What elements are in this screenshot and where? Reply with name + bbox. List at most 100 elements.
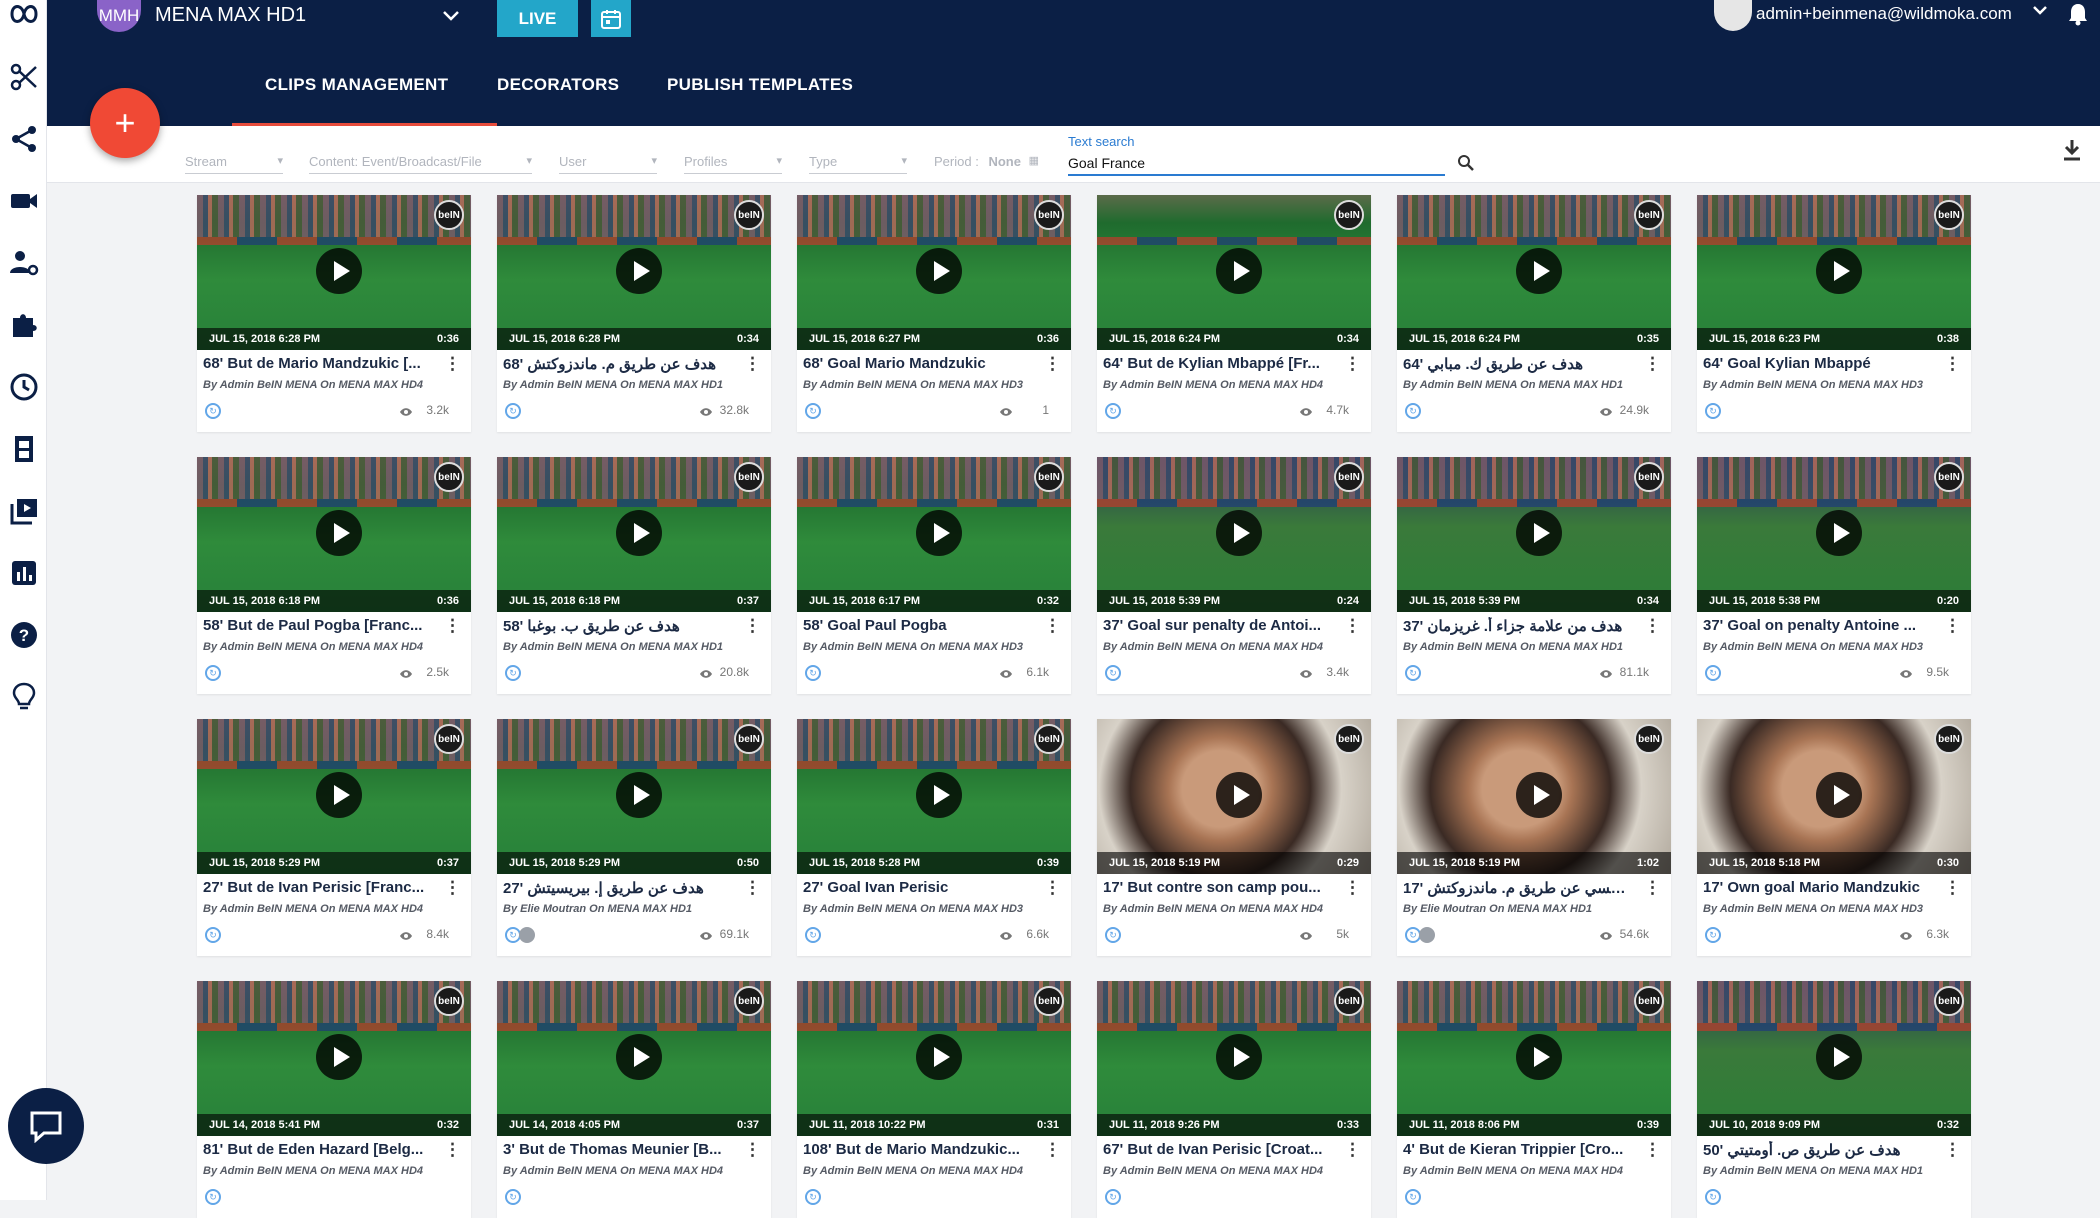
- play-icon[interactable]: [916, 772, 962, 818]
- add-clip-button[interactable]: +: [90, 88, 160, 158]
- play-icon[interactable]: [1816, 1034, 1862, 1080]
- clip-title[interactable]: 27' Goal Ivan Perisic: [803, 879, 1033, 896]
- clip-title[interactable]: 108' But de Mario Mandzukic...: [803, 1141, 1033, 1158]
- play-icon[interactable]: [616, 510, 662, 556]
- more-options-icon[interactable]: ⋮: [1944, 1141, 1961, 1158]
- clip-title[interactable]: 64' هدف عن طريق ك. مبابي: [1403, 355, 1633, 373]
- clip-thumbnail[interactable]: beIN JUL 15, 2018 5:19 PM 1:02: [1397, 719, 1671, 874]
- search-icon[interactable]: [1457, 154, 1475, 177]
- clip-thumbnail[interactable]: beIN JUL 15, 2018 6:24 PM 0:34: [1097, 195, 1371, 350]
- help-icon[interactable]: ?: [0, 613, 47, 657]
- more-options-icon[interactable]: ⋮: [1344, 355, 1361, 372]
- clip-card[interactable]: beIN JUL 15, 2018 5:19 PM 1:02 17' هدف عكسي…: [1397, 719, 1671, 956]
- more-options-icon[interactable]: ⋮: [744, 617, 761, 634]
- clip-thumbnail[interactable]: beIN JUL 15, 2018 5:18 PM 0:30: [1697, 719, 1971, 874]
- bell-icon[interactable]: [2067, 2, 2089, 31]
- clip-card[interactable]: beIN JUL 15, 2018 5:18 PM 0:30 17' Own goal…: [1697, 719, 1971, 956]
- clip-thumbnail[interactable]: beIN JUL 15, 2018 6:28 PM 0:36: [197, 195, 471, 350]
- more-options-icon[interactable]: ⋮: [744, 1141, 761, 1158]
- clip-title[interactable]: 4' But de Kieran Trippier [Cro...: [1403, 1141, 1633, 1158]
- more-options-icon[interactable]: ⋮: [1944, 617, 1961, 634]
- more-options-icon[interactable]: ⋮: [444, 617, 461, 634]
- clip-card[interactable]: beIN JUL 14, 2018 5:41 PM 0:32 81' But de E…: [197, 981, 471, 1218]
- clip-title[interactable]: 37' هدف من علامة جزاء أ. غريزمان: [1403, 617, 1633, 635]
- play-icon[interactable]: [916, 1034, 962, 1080]
- play-icon[interactable]: [916, 510, 962, 556]
- type-filter[interactable]: Type ▾: [809, 154, 907, 174]
- calendar-button[interactable]: [591, 0, 631, 37]
- more-options-icon[interactable]: ⋮: [744, 355, 761, 372]
- clip-card[interactable]: beIN JUL 15, 2018 5:29 PM 0:37 27' But de I…: [197, 719, 471, 956]
- more-options-icon[interactable]: ⋮: [1044, 879, 1061, 896]
- profiles-filter[interactable]: Profiles ▾: [684, 154, 782, 174]
- play-icon[interactable]: [1516, 248, 1562, 294]
- clip-title[interactable]: 37' Goal on penalty Antoine ...: [1703, 617, 1933, 634]
- play-icon[interactable]: [316, 510, 362, 556]
- clip-card[interactable]: beIN JUL 15, 2018 5:29 PM 0:50 27' هدف عن ط…: [497, 719, 771, 956]
- clip-card[interactable]: beIN JUL 15, 2018 6:24 PM 0:34 64' But de K…: [1097, 195, 1371, 432]
- more-options-icon[interactable]: ⋮: [444, 1141, 461, 1158]
- play-icon[interactable]: [1216, 248, 1262, 294]
- play-icon[interactable]: [616, 248, 662, 294]
- more-options-icon[interactable]: ⋮: [1644, 355, 1661, 372]
- clip-title[interactable]: 58' But de Paul Pogba [Franc...: [203, 617, 433, 634]
- clip-thumbnail[interactable]: beIN JUL 15, 2018 5:29 PM 0:37: [197, 719, 471, 874]
- period-filter[interactable]: Period : None ▦: [934, 154, 1039, 174]
- play-icon[interactable]: [1816, 510, 1862, 556]
- clip-card[interactable]: beIN JUL 11, 2018 9:26 PM 0:33 67' But de I…: [1097, 981, 1371, 1218]
- clip-card[interactable]: beIN JUL 15, 2018 6:18 PM 0:36 58' But de P…: [197, 457, 471, 694]
- user-email[interactable]: admin+beinmena@wildmoka.com: [1756, 4, 2012, 24]
- more-options-icon[interactable]: ⋮: [1044, 355, 1061, 372]
- more-options-icon[interactable]: ⋮: [1344, 1141, 1361, 1158]
- film-strip-icon[interactable]: [0, 427, 47, 471]
- clip-card[interactable]: beIN JUL 14, 2018 4:05 PM 0:37 3' But de Th…: [497, 981, 771, 1218]
- clip-card[interactable]: beIN JUL 11, 2018 8:06 PM 0:39 4' But de Ki…: [1397, 981, 1671, 1218]
- clip-title[interactable]: 37' Goal sur penalty de Antoi...: [1103, 617, 1333, 634]
- clip-title[interactable]: 50' هدف عن طريق ص. أومتيتي: [1703, 1141, 1933, 1159]
- clip-card[interactable]: beIN JUL 15, 2018 6:17 PM 0:32 58' Goal Pau…: [797, 457, 1071, 694]
- more-options-icon[interactable]: ⋮: [744, 879, 761, 896]
- more-options-icon[interactable]: ⋮: [1044, 617, 1061, 634]
- clip-card[interactable]: beIN JUL 15, 2018 6:18 PM 0:37 58' هدف عن ط…: [497, 457, 771, 694]
- lightbulb-icon[interactable]: [0, 675, 47, 719]
- tab-decorators[interactable]: DECORATORS: [497, 75, 619, 95]
- play-icon[interactable]: [1816, 772, 1862, 818]
- clip-thumbnail[interactable]: beIN JUL 10, 2018 9:09 PM 0:32: [1697, 981, 1971, 1136]
- download-icon[interactable]: [2062, 138, 2082, 167]
- chevron-down-icon[interactable]: [442, 6, 460, 27]
- clip-thumbnail[interactable]: beIN JUL 14, 2018 5:41 PM 0:32: [197, 981, 471, 1136]
- clip-title[interactable]: 17' هدف عكسي عن طريق م. ماندزوكتش: [1403, 879, 1633, 897]
- live-button[interactable]: LIVE: [497, 0, 578, 37]
- clip-thumbnail[interactable]: beIN JUL 15, 2018 5:19 PM 0:29: [1097, 719, 1371, 874]
- clip-card[interactable]: beIN JUL 10, 2018 9:09 PM 0:32 50' هدف عن ط…: [1697, 981, 1971, 1218]
- puzzle-icon[interactable]: [0, 303, 47, 347]
- play-icon[interactable]: [916, 248, 962, 294]
- play-icon[interactable]: [1816, 248, 1862, 294]
- clip-title[interactable]: 27' هدف عن طريق إ. بيريسيتش: [503, 879, 733, 897]
- more-options-icon[interactable]: ⋮: [1344, 879, 1361, 896]
- clip-card[interactable]: beIN JUL 15, 2018 6:27 PM 0:36 68' Goal Mar…: [797, 195, 1071, 432]
- more-options-icon[interactable]: ⋮: [1044, 1141, 1061, 1158]
- play-icon[interactable]: [1216, 772, 1262, 818]
- clock-icon[interactable]: [0, 365, 47, 409]
- more-options-icon[interactable]: ⋮: [1944, 879, 1961, 896]
- clip-card[interactable]: beIN JUL 15, 2018 6:24 PM 0:35 64' هدف عن ط…: [1397, 195, 1671, 432]
- clip-thumbnail[interactable]: beIN JUL 11, 2018 8:06 PM 0:39: [1397, 981, 1671, 1136]
- play-icon[interactable]: [316, 1034, 362, 1080]
- play-icon[interactable]: [316, 248, 362, 294]
- clip-title[interactable]: 64' Goal Kylian Mbappé: [1703, 355, 1933, 372]
- play-icon[interactable]: [1516, 772, 1562, 818]
- stream-filter[interactable]: Stream ▾: [185, 154, 283, 174]
- clip-thumbnail[interactable]: beIN JUL 15, 2018 6:18 PM 0:36: [197, 457, 471, 612]
- clip-title[interactable]: 67' But de Ivan Perisic [Croat...: [1103, 1141, 1333, 1158]
- play-icon[interactable]: [616, 772, 662, 818]
- play-icon[interactable]: [1216, 510, 1262, 556]
- more-options-icon[interactable]: ⋮: [444, 879, 461, 896]
- clip-card[interactable]: beIN JUL 15, 2018 6:28 PM 0:36 68' But de M…: [197, 195, 471, 432]
- share-icon[interactable]: [0, 117, 47, 161]
- scissors-icon[interactable]: [0, 55, 47, 99]
- more-options-icon[interactable]: ⋮: [1644, 617, 1661, 634]
- clip-card[interactable]: beIN JUL 11, 2018 10:22 PM 0:31 108' But de…: [797, 981, 1071, 1218]
- play-icon[interactable]: [1516, 1034, 1562, 1080]
- clip-title[interactable]: 68' هدف عن طريق م. ماندزوكتش: [503, 355, 733, 373]
